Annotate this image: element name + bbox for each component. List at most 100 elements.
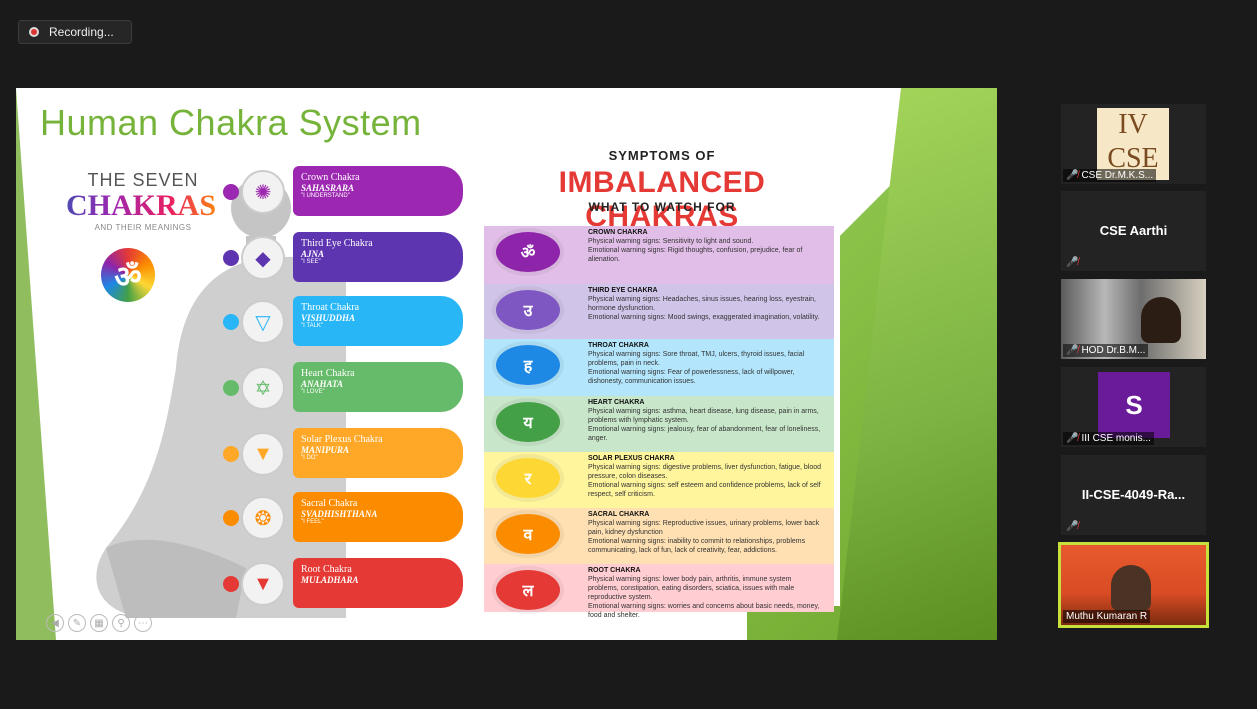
participant-tile[interactable]: S 🎤̸ III CSE monis... bbox=[1061, 367, 1206, 447]
participant-name: CSE Dr.M.K.S... bbox=[1081, 170, 1154, 181]
chakra-dot bbox=[223, 184, 239, 200]
chakra-symbol-icon: ❂ bbox=[241, 496, 285, 540]
recording-label: Recording... bbox=[49, 25, 114, 39]
pen-icon[interactable]: ✎ bbox=[68, 614, 86, 632]
symptom-physical: Physical warning signs: Reproductive iss… bbox=[588, 520, 820, 536]
chakra-dot bbox=[223, 380, 239, 396]
participant-name-label: 🎤̸ CSE Dr.M.K.S... bbox=[1063, 169, 1157, 182]
participant-name-label: Muthu Kumaran R bbox=[1063, 610, 1151, 623]
participant-tile[interactable]: CSE Aarthi 🎤̸ bbox=[1061, 191, 1206, 271]
chakra-meaning: "I SEE" bbox=[301, 259, 321, 265]
symptoms-panel: SYMPTOMS OF IMBALANCED CHAKRAS WHAT TO W… bbox=[484, 134, 840, 619]
chakra-name: Crown Chakra bbox=[301, 172, 360, 183]
chakra-item: ❂ Sacral Chakra SVADHISHTHANA "I FEEL" bbox=[223, 492, 471, 544]
slide-controls: ◀ ✎ ▦ ⚲ ⋯ bbox=[46, 614, 152, 632]
chakra-heading-line1: THE SEVEN bbox=[87, 170, 199, 190]
chakra-band: Sacral Chakra SVADHISHTHANA "I FEEL" bbox=[293, 492, 463, 542]
chakra-band: Heart Chakra ANAHATA "I LOVE" bbox=[293, 362, 463, 412]
chakra-meaning: "I LOVE" bbox=[301, 389, 325, 395]
symptoms-heading-3: WHAT TO WATCH FOR bbox=[588, 200, 736, 214]
chakra-lotus-icon: ॐ bbox=[496, 232, 560, 272]
participant-display-name: II-CSE-4049-Ra... bbox=[1081, 487, 1186, 502]
symptom-text: SACRAL CHAKRA Physical warning signs: Rep… bbox=[588, 510, 824, 555]
symptom-row: य HEART CHAKRA Physical warning signs: ast… bbox=[484, 396, 834, 452]
symptom-title: THIRD EYE CHAKRA bbox=[588, 287, 658, 294]
chakra-name: Third Eye Chakra bbox=[301, 238, 373, 249]
chakra-band: Solar Plexus Chakra MANIPURA "I DO" bbox=[293, 428, 463, 478]
chakra-symbol-icon: ▼ bbox=[241, 432, 285, 476]
chakra-sanskrit: MANIPURA bbox=[301, 445, 350, 455]
symptom-title: SOLAR PLEXUS CHAKRA bbox=[588, 455, 675, 462]
chakra-sanskrit: SVADHISHTHANA bbox=[301, 509, 378, 519]
participant-tile[interactable]: 🎤̸ HOD Dr.B.M... bbox=[1061, 279, 1206, 359]
participant-tile[interactable]: II-CSE-4049-Ra... 🎤̸ bbox=[1061, 455, 1206, 535]
symptom-row: व SACRAL CHAKRA Physical warning signs: Re… bbox=[484, 508, 834, 564]
shared-slide: Human Chakra System THE SEVEN CHAKRAS AN… bbox=[16, 88, 997, 640]
chakra-item: ✺ Crown Chakra SAHASRARA "I UNDERSTAND" bbox=[223, 166, 471, 218]
meeting-top-bar: Recording... bbox=[0, 0, 1257, 86]
zoom-icon[interactable]: ⚲ bbox=[112, 614, 130, 632]
participant-tile[interactable]: IV CSE 🎤̸ CSE Dr.M.K.S... bbox=[1061, 104, 1206, 184]
participant-name-label: 🎤̸ HOD Dr.B.M... bbox=[1063, 344, 1149, 357]
chakra-item: ◆ Third Eye Chakra AJNA "I SEE" bbox=[223, 232, 471, 284]
chakra-dot bbox=[223, 510, 239, 526]
chakra-sanskrit: ANAHATA bbox=[301, 379, 344, 389]
chakra-band: Crown Chakra SAHASRARA "I UNDERSTAND" bbox=[293, 166, 463, 216]
slide-title: Human Chakra System bbox=[40, 102, 422, 143]
record-dot-icon bbox=[29, 27, 39, 37]
participant-mute-status: 🎤̸ bbox=[1063, 520, 1084, 533]
symptom-emotional: Emotional warning signs: worries and con… bbox=[588, 603, 820, 619]
chakra-name: Sacral Chakra bbox=[301, 498, 358, 509]
chakra-meaning: "I TALK" bbox=[301, 323, 324, 329]
chakra-lotus-icon: र bbox=[496, 458, 560, 498]
symptom-physical: Physical warning signs: Headaches, sinus… bbox=[588, 296, 817, 312]
symptom-title: HEART CHAKRA bbox=[588, 399, 645, 406]
mic-muted-icon: 🎤̸ bbox=[1066, 433, 1079, 444]
chakra-symbol-icon: ✺ bbox=[241, 170, 285, 214]
chakra-meaning: "I UNDERSTAND" bbox=[301, 193, 350, 199]
chakra-item: ▼ Root Chakra MULADHARA bbox=[223, 558, 471, 610]
chakra-sanskrit: AJNA bbox=[301, 249, 325, 259]
chakra-item: ▽ Throat Chakra VISHUDDHA "I TALK" bbox=[223, 296, 471, 348]
mic-muted-icon: 🎤̸ bbox=[1066, 521, 1079, 532]
slides-grid-icon[interactable]: ▦ bbox=[90, 614, 108, 632]
slide-left-decoration bbox=[16, 88, 56, 640]
symptom-physical: Physical warning signs: digestive proble… bbox=[588, 464, 822, 480]
chakra-heading-line3: AND THEIR MEANINGS bbox=[94, 223, 192, 232]
more-options-icon[interactable]: ⋯ bbox=[134, 614, 152, 632]
chakra-lotus-icon: ह bbox=[496, 345, 560, 385]
chakra-band: Root Chakra MULADHARA bbox=[293, 558, 463, 608]
participant-mute-status: 🎤̸ bbox=[1063, 256, 1084, 269]
chakra-dot bbox=[223, 250, 239, 266]
symptom-emotional: Emotional warning signs: self esteem and… bbox=[588, 482, 821, 498]
chakra-symbol-icon: ✡ bbox=[241, 366, 285, 410]
chakra-symbol-icon: ◆ bbox=[241, 236, 285, 280]
participant-name: III CSE monis... bbox=[1081, 433, 1151, 444]
chakra-band: Throat Chakra VISHUDDHA "I TALK" bbox=[293, 296, 463, 346]
participant-tile[interactable]: Muthu Kumaran R bbox=[1058, 542, 1209, 628]
chakra-sanskrit: MULADHARA bbox=[301, 575, 359, 585]
chakra-dot bbox=[223, 314, 239, 330]
chakra-heading-line2: CHAKRAS bbox=[56, 189, 226, 223]
chakra-item: ▼ Solar Plexus Chakra MANIPURA "I DO" bbox=[223, 428, 471, 480]
recording-indicator[interactable]: Recording... bbox=[18, 20, 132, 44]
symptom-physical: Physical warning signs: Sore throat, TMJ… bbox=[588, 351, 805, 367]
previous-slide-icon[interactable]: ◀ bbox=[46, 614, 64, 632]
chakra-meaning: "I DO" bbox=[301, 455, 318, 461]
symptoms-heading-1: SYMPTOMS OF bbox=[608, 148, 716, 163]
symptom-row: ह THROAT CHAKRA Physical warning signs: So… bbox=[484, 339, 834, 396]
chakra-lotus-icon: य bbox=[496, 402, 560, 442]
symptom-text: HEART CHAKRA Physical warning signs: asth… bbox=[588, 398, 824, 443]
symptom-text: ROOT CHAKRA Physical warning signs: lower… bbox=[588, 566, 824, 620]
chakra-dot bbox=[223, 576, 239, 592]
chakra-name: Heart Chakra bbox=[301, 368, 355, 379]
mic-muted-icon: 🎤̸ bbox=[1066, 170, 1079, 181]
chakra-symbol-icon: ▼ bbox=[241, 562, 285, 606]
chakra-item: ✡ Heart Chakra ANAHATA "I LOVE" bbox=[223, 362, 471, 414]
participant-name: Muthu Kumaran R bbox=[1066, 611, 1148, 622]
participant-name-label: 🎤̸ III CSE monis... bbox=[1063, 432, 1154, 445]
symptom-row: र SOLAR PLEXUS CHAKRA Physical warning sig… bbox=[484, 452, 834, 508]
chakra-lotus-icon: ल bbox=[496, 570, 560, 610]
chakra-lotus-icon: उ bbox=[496, 290, 560, 330]
symptom-text: CROWN CHAKRA Physical warning signs: Sens… bbox=[588, 228, 824, 264]
